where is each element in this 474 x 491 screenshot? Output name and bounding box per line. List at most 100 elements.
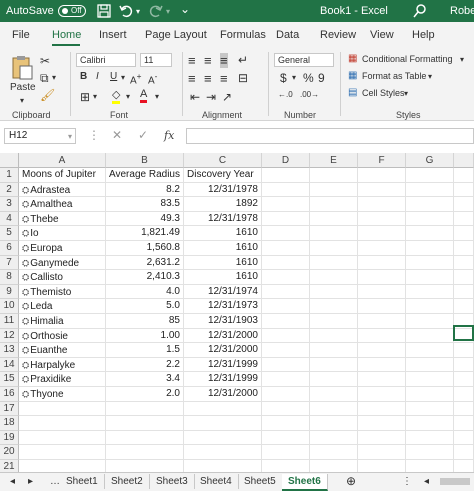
cell[interactable]	[454, 416, 474, 431]
row-header[interactable]: 19	[0, 430, 19, 446]
cell-styles-dropdown-icon[interactable]: ▾	[404, 89, 408, 98]
cell[interactable]	[358, 343, 406, 358]
increase-font-icon[interactable]: A+	[130, 71, 142, 86]
comma-style-icon[interactable]: 9	[318, 71, 325, 85]
decrease-indent-icon[interactable]: ⇤	[190, 90, 200, 104]
name-box-dropdown-icon[interactable]: ▾	[68, 132, 72, 141]
underline-dropdown-icon[interactable]: ▾	[121, 73, 125, 82]
merge-center-icon[interactable]: ⊟	[238, 71, 248, 85]
format-as-table-button[interactable]: Format as Table	[362, 71, 426, 81]
cell[interactable]	[184, 445, 262, 460]
cell[interactable]	[406, 314, 454, 329]
enter-icon[interactable]: ✓	[138, 128, 148, 142]
undo-icon[interactable]	[118, 3, 134, 19]
font-size-box[interactable]: 11	[140, 53, 172, 67]
cell[interactable]	[406, 211, 454, 227]
cell[interactable]	[358, 226, 406, 241]
borders-dropdown-icon[interactable]: ▾	[93, 92, 97, 101]
cell[interactable]	[406, 445, 454, 460]
accounting-dropdown-icon[interactable]: ▾	[292, 73, 296, 82]
cell[interactable]: 12/31/2000	[184, 387, 262, 402]
cell[interactable]	[358, 299, 406, 314]
row-header[interactable]: 4	[0, 211, 19, 227]
linked-data-type-icon[interactable]: ⛭	[22, 241, 29, 255]
cell[interactable]: ⛭Themisto	[19, 284, 106, 300]
copy-dropdown-icon[interactable]: ▾	[52, 73, 56, 82]
cell[interactable]: 49.3	[106, 211, 184, 227]
cell[interactable]	[406, 226, 454, 241]
cell[interactable]	[358, 372, 406, 387]
cell[interactable]: ⛭Praxidike	[19, 372, 106, 387]
cell[interactable]	[310, 284, 358, 300]
column-header-a[interactable]: A	[19, 153, 106, 168]
cell[interactable]	[406, 343, 454, 358]
cell[interactable]	[454, 445, 474, 460]
search-icon[interactable]	[412, 3, 428, 19]
row-header[interactable]: 21	[0, 460, 19, 472]
cell[interactable]	[310, 430, 358, 446]
cell[interactable]	[310, 255, 358, 271]
cell[interactable]	[406, 357, 454, 373]
conditional-formatting-icon[interactable]: ▦	[348, 53, 357, 64]
cell[interactable]: 12/31/1973	[184, 299, 262, 314]
tab-data[interactable]: Data	[276, 29, 299, 41]
tab-file[interactable]: File	[12, 29, 30, 41]
font-color-icon[interactable]: A	[140, 88, 148, 103]
row-header[interactable]: 12	[0, 328, 19, 344]
cell[interactable]: 2.0	[106, 387, 184, 402]
undo-dropdown-icon[interactable]: ▾	[136, 7, 140, 16]
cell[interactable]: ⛭Thebe	[19, 211, 106, 227]
underline-button[interactable]: U	[110, 71, 117, 82]
cell[interactable]	[358, 197, 406, 212]
cell[interactable]: 4.0	[106, 284, 184, 300]
cell[interactable]	[19, 430, 106, 446]
user-name[interactable]: Rober	[450, 5, 474, 17]
cell[interactable]: 12/31/2000	[184, 328, 262, 344]
cell[interactable]	[310, 168, 358, 183]
cell[interactable]	[454, 197, 474, 212]
linked-data-type-icon[interactable]: ⛭	[22, 372, 29, 386]
cell[interactable]: 85	[106, 314, 184, 329]
autosave-toggle[interactable]: Off	[58, 5, 86, 17]
font-color-dropdown-icon[interactable]: ▾	[155, 92, 159, 101]
borders-icon[interactable]: ⊞	[80, 90, 90, 104]
cell[interactable]	[454, 299, 474, 314]
cell[interactable]: ⛭Leda	[19, 299, 106, 314]
row-header[interactable]: 17	[0, 401, 19, 417]
format-painter-icon[interactable]: 🖌	[40, 88, 55, 102]
sheet-tab-sheet6[interactable]: Sheet6	[282, 474, 328, 491]
cell[interactable]	[262, 211, 310, 227]
cell[interactable]: ⛭Io	[19, 226, 106, 241]
cell[interactable]	[358, 255, 406, 271]
customize-toolbar-icon[interactable]: ⌄	[180, 2, 190, 16]
cell[interactable]	[310, 357, 358, 373]
row-header[interactable]: 1	[0, 168, 19, 183]
row-header[interactable]: 5	[0, 226, 19, 241]
cell[interactable]: 1610	[184, 241, 262, 256]
cell[interactable]: ⛭Adrastea	[19, 182, 106, 198]
copy-icon[interactable]: ⧉	[40, 71, 49, 86]
bold-button[interactable]: B	[80, 71, 87, 82]
italic-button[interactable]: I	[96, 71, 99, 82]
cell[interactable]	[262, 197, 310, 212]
cell[interactable]	[454, 372, 474, 387]
cell[interactable]	[262, 314, 310, 329]
cell[interactable]	[358, 270, 406, 285]
cell[interactable]	[310, 343, 358, 358]
linked-data-type-icon[interactable]: ⛭	[22, 329, 29, 343]
cell[interactable]: 8.2	[106, 182, 184, 198]
cell[interactable]	[454, 430, 474, 446]
cell[interactable]: ⛭Thyone	[19, 387, 106, 402]
cell[interactable]	[358, 182, 406, 198]
row-header[interactable]: 10	[0, 299, 19, 314]
name-box[interactable]: H12	[4, 128, 76, 144]
cell[interactable]	[310, 314, 358, 329]
cell[interactable]	[406, 241, 454, 256]
conditional-formatting-button[interactable]: Conditional Formatting	[362, 54, 453, 64]
tab-view[interactable]: View	[370, 29, 394, 41]
paste-icon[interactable]	[10, 54, 34, 80]
column-header-b[interactable]: B	[106, 153, 184, 168]
cell[interactable]	[184, 460, 262, 472]
accounting-format-icon[interactable]: $	[280, 71, 287, 85]
cell[interactable]	[262, 182, 310, 198]
